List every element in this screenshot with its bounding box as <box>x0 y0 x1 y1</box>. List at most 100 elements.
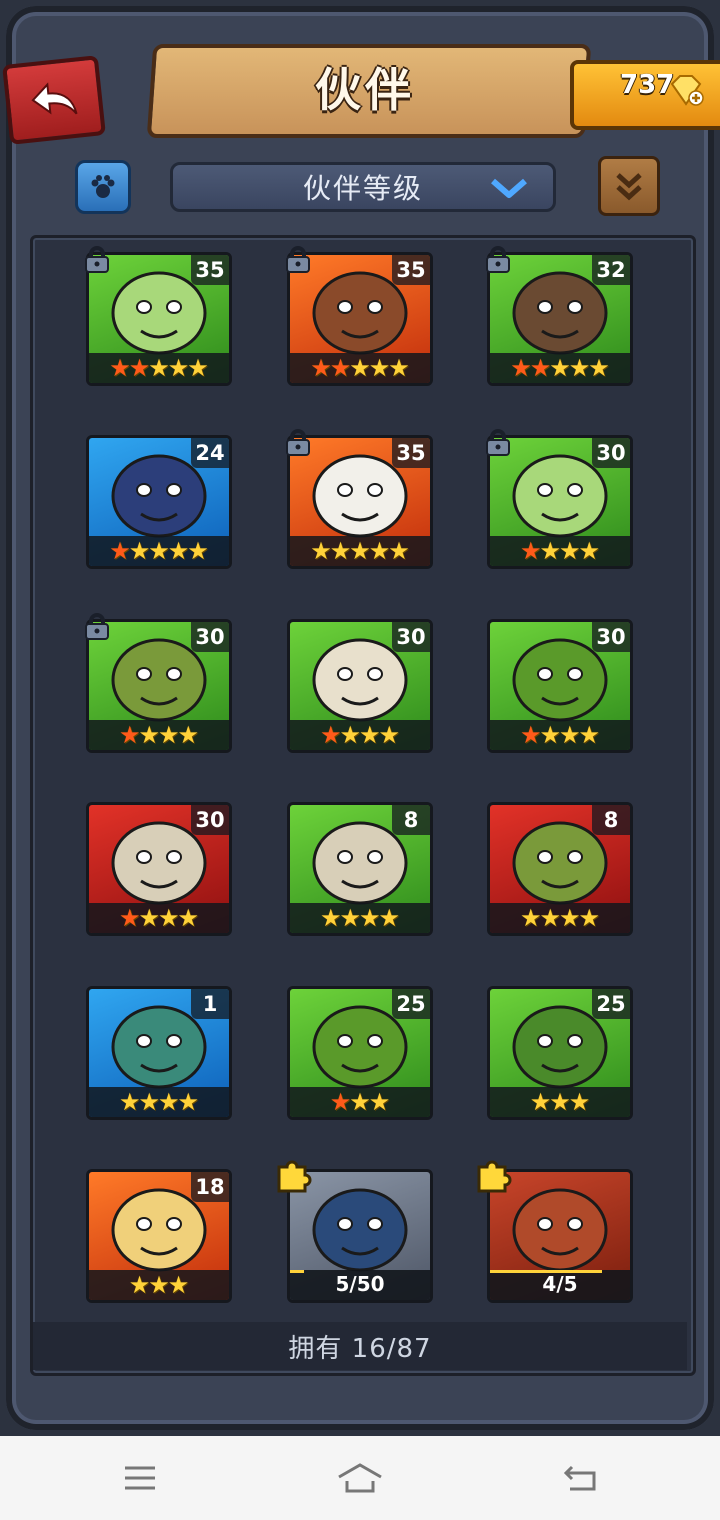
star-icon: ★ <box>158 904 180 932</box>
star-icon: ★ <box>539 721 561 749</box>
star-icon: ★ <box>177 721 200 749</box>
shard-progress: 5/50 <box>290 1270 430 1300</box>
companion-level: 30 <box>592 438 630 468</box>
star-icon: ★ <box>310 354 332 382</box>
star-icon: ★ <box>559 721 581 749</box>
star-rating: ★ ★ ★ ★ <box>290 720 430 750</box>
companion-level: 18 <box>191 1172 229 1202</box>
star-icon: ★ <box>187 354 209 382</box>
back-icon <box>563 1465 596 1491</box>
lock-icon <box>286 429 310 456</box>
companion-level: 8 <box>392 805 430 835</box>
companion-level: 30 <box>191 805 229 835</box>
star-icon: ★ <box>378 721 401 749</box>
page-title: 伙伴 <box>315 63 415 117</box>
star-icon: ★ <box>187 537 209 565</box>
star-icon: ★ <box>549 354 571 382</box>
home-icon <box>338 1463 382 1493</box>
star-icon: ★ <box>329 354 352 382</box>
star-icon: ★ <box>359 721 381 749</box>
sort-dropdown[interactable]: 伙伴等级 <box>170 162 556 212</box>
star-icon: ★ <box>359 904 381 932</box>
companion-level: 30 <box>592 622 630 652</box>
star-icon: ★ <box>588 354 610 382</box>
star-icon: ★ <box>109 537 131 565</box>
star-icon: ★ <box>568 1088 591 1116</box>
shard-progress-text: 5/50 <box>335 1272 385 1296</box>
star-rating: ★ ★ ★ ★ ★ <box>89 536 229 566</box>
star-icon: ★ <box>339 721 361 749</box>
star-icon: ★ <box>388 354 410 382</box>
star-icon: ★ <box>109 354 131 382</box>
star-icon: ★ <box>539 904 561 932</box>
star-icon: ★ <box>539 537 561 565</box>
companion-level: 25 <box>592 989 630 1019</box>
companion-card[interactable]: 30 ★ ★ ★ ★ <box>86 802 232 936</box>
nav-menu-button[interactable] <box>110 1458 170 1498</box>
star-icon: ★ <box>378 904 401 932</box>
star-icon: ★ <box>158 1088 180 1116</box>
back-button[interactable] <box>2 55 106 145</box>
star-icon: ★ <box>529 1088 552 1116</box>
back-arrow-icon <box>31 82 78 115</box>
companion-card[interactable]: 25 ★ ★ ★ <box>287 986 433 1120</box>
companion-card[interactable]: 25 ★ ★ ★ <box>487 986 633 1120</box>
paw-icon <box>91 175 115 198</box>
star-icon: ★ <box>329 1088 352 1116</box>
star-rating: ★ ★ ★ ★ ★ <box>290 353 430 383</box>
companion-level: 1 <box>191 989 229 1019</box>
star-icon: ★ <box>510 354 532 382</box>
star-rating: ★ ★ ★ ★ <box>89 903 229 933</box>
gem-add-icon[interactable] <box>668 74 704 106</box>
star-icon: ★ <box>529 354 552 382</box>
nav-home-button[interactable] <box>330 1458 390 1498</box>
star-icon: ★ <box>138 904 160 932</box>
sort-dropdown-label: 伙伴等级 <box>302 172 423 205</box>
companion-card[interactable]: 8 ★ ★ ★ ★ <box>487 802 633 936</box>
companion-level: 35 <box>392 438 430 468</box>
star-icon: ★ <box>310 537 332 565</box>
star-rating: ★ ★ ★ ★ ★ <box>290 536 430 566</box>
star-icon: ★ <box>578 904 601 932</box>
shard-progress: 4/5 <box>490 1270 630 1300</box>
star-rating: ★ ★ ★ ★ <box>490 536 630 566</box>
star-icon: ★ <box>177 1088 200 1116</box>
companion-level: 32 <box>592 255 630 285</box>
companion-level: 30 <box>191 622 229 652</box>
companion-card[interactable]: 24 ★ ★ ★ ★ ★ <box>86 435 232 569</box>
companion-card[interactable]: 1 ★ ★ ★ ★ <box>86 986 232 1120</box>
star-icon: ★ <box>158 721 180 749</box>
companion-type-filter-button[interactable] <box>75 160 131 214</box>
star-icon: ★ <box>578 537 601 565</box>
star-icon: ★ <box>339 904 361 932</box>
shard-progress-text: 4/5 <box>542 1272 578 1296</box>
star-rating: ★ ★ ★ ★ <box>89 1087 229 1117</box>
star-icon: ★ <box>128 537 151 565</box>
companion-card[interactable]: 30 ★ ★ ★ ★ <box>287 619 433 753</box>
gem-count: 737 <box>620 70 675 100</box>
companion-level: 25 <box>392 989 430 1019</box>
lock-icon <box>486 246 510 273</box>
owned-count: 拥有 16/87 <box>33 1322 687 1370</box>
star-icon: ★ <box>349 354 371 382</box>
companion-level: 8 <box>592 805 630 835</box>
star-icon: ★ <box>559 904 581 932</box>
companion-card[interactable]: 18 ★ ★ ★ <box>86 1169 232 1303</box>
star-rating: ★ ★ ★ ★ <box>89 720 229 750</box>
companion-card[interactable]: 8 ★ ★ ★ ★ <box>287 802 433 936</box>
chevron-down-icon <box>491 178 527 198</box>
sort-order-button[interactable] <box>598 156 660 216</box>
companion-card[interactable]: 30 ★ ★ ★ ★ <box>487 619 633 753</box>
nav-back-button[interactable] <box>550 1458 610 1498</box>
puzzle-piece-icon <box>477 1160 512 1193</box>
companion-level: 35 <box>191 255 229 285</box>
lock-icon <box>286 246 310 273</box>
star-rating: ★ ★ ★ ★ ★ <box>490 353 630 383</box>
menu-icon <box>125 1466 155 1490</box>
lock-icon <box>486 429 510 456</box>
star-icon: ★ <box>148 354 170 382</box>
star-icon: ★ <box>138 1088 160 1116</box>
star-rating: ★ ★ ★ <box>290 1087 430 1117</box>
lock-icon <box>85 613 109 640</box>
lock-icon <box>85 246 109 273</box>
